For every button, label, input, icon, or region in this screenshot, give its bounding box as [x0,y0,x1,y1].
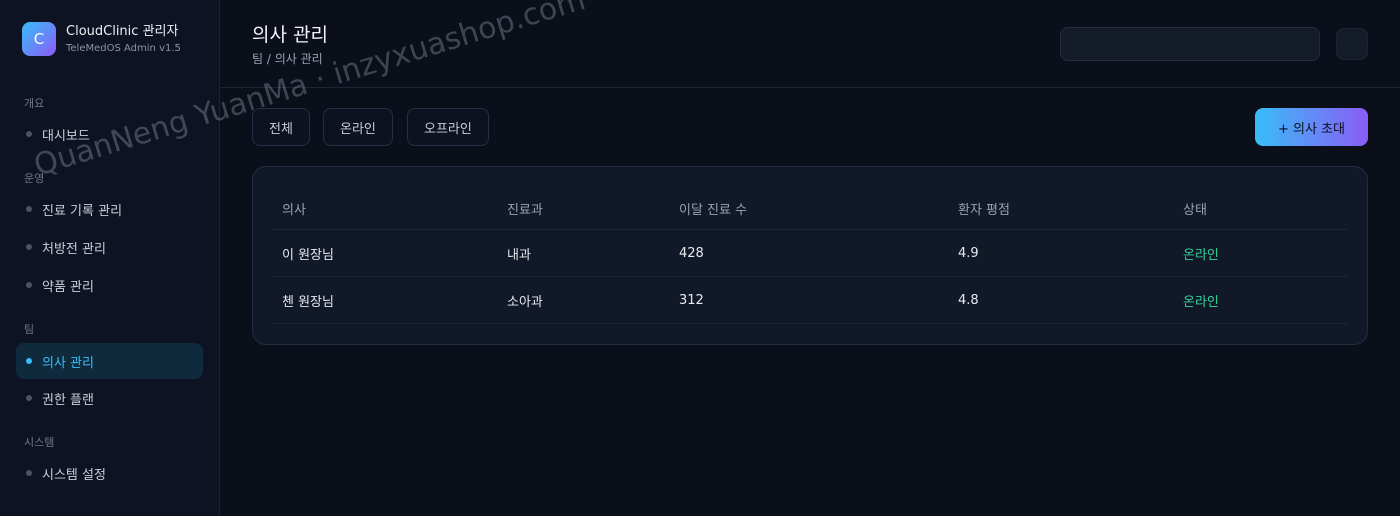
sidebar-item-label: 시스템 설정 [42,467,106,483]
nav-section-operations: 운영 [24,172,45,185]
filter-all-button[interactable]: 전체 [252,108,310,146]
search-input[interactable] [1060,27,1320,61]
filter-online-button[interactable]: 온라인 [323,108,393,146]
bullet-icon [26,206,32,212]
rating-cell: 4.9 [958,245,979,261]
doctor-name-cell: 이 원장님 [282,247,334,263]
doctor-name-cell: 첸 원장님 [282,294,334,310]
app-logo: C [22,22,56,56]
topbar: 의사 관리 팀 / 의사 관리 [220,0,1400,88]
table-row[interactable]: 이 원장님 내과 428 4.9 온라인 [272,230,1347,277]
nav-section-system: 시스템 [24,436,55,449]
sidebar-item-label: 대시보드 [42,128,90,144]
filter-offline-button[interactable]: 오프라인 [407,108,489,146]
department-cell: 소아과 [507,294,543,310]
sidebar-item-system-settings[interactable]: 시스템 설정 [16,455,203,491]
main-content: 의사 관리 팀 / 의사 관리 전체 온라인 오프라인 + 의사 초대 의사 진… [220,0,1400,516]
monthly-visits-cell: 428 [679,245,704,261]
monthly-visits-cell: 312 [679,292,704,308]
table-row[interactable]: 첸 원장님 소아과 312 4.8 온라인 [272,277,1347,324]
bullet-icon [26,131,32,137]
doctors-table: 의사 진료과 이달 진료 수 환자 평점 상태 이 원장님 내과 428 4.9… [272,187,1347,324]
header-action-button[interactable] [1336,28,1368,60]
bullet-icon [26,470,32,476]
brand-subtitle: TeleMedOS Admin v1.5 [66,42,181,54]
nav-section-overview: 개요 [24,97,45,110]
sidebar-item-doctors[interactable]: 의사 관리 [16,343,203,379]
column-header-status[interactable]: 상태 [1183,187,1207,229]
bullet-icon [26,282,32,288]
column-header-rating[interactable]: 환자 평점 [958,187,1010,229]
invite-doctor-button[interactable]: + 의사 초대 [1255,108,1368,146]
column-header-doctor[interactable]: 의사 [282,187,306,229]
sidebar-item-medicines[interactable]: 약품 관리 [16,267,203,303]
status-badge: 온라인 [1183,294,1219,310]
rating-cell: 4.8 [958,292,979,308]
sidebar-item-permission-plans[interactable]: 권한 플랜 [16,380,203,416]
bullet-icon [26,244,32,250]
bullet-icon [26,358,32,364]
sidebar-item-label: 의사 관리 [42,355,94,371]
column-header-department[interactable]: 진료과 [507,187,543,229]
bullet-icon [26,395,32,401]
status-badge: 온라인 [1183,247,1219,263]
brand-title: CloudClinic 관리자 [66,23,179,39]
sidebar-item-label: 권한 플랜 [42,392,94,408]
sidebar-item-dashboard[interactable]: 대시보드 [16,116,203,152]
sidebar: C CloudClinic 관리자 TeleMedOS Admin v1.5 개… [0,0,220,516]
page-title: 의사 관리 [252,24,328,46]
column-header-monthly-visits[interactable]: 이달 진료 수 [679,187,747,229]
nav-section-team: 팀 [24,323,35,336]
breadcrumb: 팀 / 의사 관리 [252,52,323,66]
table-header-row: 의사 진료과 이달 진료 수 환자 평점 상태 [272,187,1347,230]
doctors-table-card: 의사 진료과 이달 진료 수 환자 평점 상태 이 원장님 내과 428 4.9… [252,166,1368,345]
sidebar-item-label: 처방전 관리 [42,241,106,257]
sidebar-item-medical-records[interactable]: 진료 기록 관리 [16,191,203,227]
sidebar-item-label: 진료 기록 관리 [42,203,123,219]
brand: C CloudClinic 관리자 TeleMedOS Admin v1.5 [22,22,181,56]
sidebar-item-label: 약품 관리 [42,279,94,295]
department-cell: 내과 [507,247,531,263]
sidebar-item-prescriptions[interactable]: 처방전 관리 [16,229,203,265]
